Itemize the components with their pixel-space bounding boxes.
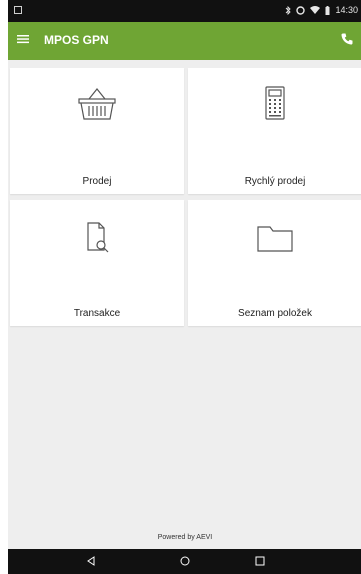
navigation-bar [8,549,361,574]
tile-label-rychly-prodej: Rychlý prodej [244,176,306,187]
wifi-icon [310,5,321,14]
phone-screen: 14:30 MPOS GPN Prodej Rychlý prodej Tran… [8,0,361,574]
status-time: 14:30 [335,5,358,15]
hamburger-menu-icon[interactable] [16,32,30,46]
document-search-icon [87,222,109,253]
phone-icon[interactable] [340,32,354,46]
powered-by-footer: Powered by AEVI [157,534,213,541]
status-icons: 14:30 [285,5,358,15]
tile-label-prodej: Prodej [82,176,112,187]
recents-icon[interactable] [254,555,266,567]
calculator-icon [265,86,285,120]
battery-icon [325,5,330,15]
basket-icon [78,88,116,120]
app-title: MPOS GPN [44,33,109,47]
bluetooth-icon [286,5,292,15]
tile-rychly-prodej[interactable]: Rychlý prodej [188,68,361,194]
tile-label-transakce: Transakce [73,308,121,319]
folder-icon [257,226,293,252]
status-bar: 14:30 [8,0,361,22]
app-bar: MPOS GPN [8,22,361,60]
tile-transakce[interactable]: Transakce [10,200,184,326]
back-icon[interactable] [85,555,97,567]
home-icon[interactable] [179,555,191,567]
tile-label-seznam-polozek: Seznam položek [238,308,312,319]
alarm-icon [296,5,306,15]
tile-seznam-polozek[interactable]: Seznam položek [188,200,361,326]
notification-icon [14,6,22,14]
tile-prodej[interactable]: Prodej [10,68,184,194]
